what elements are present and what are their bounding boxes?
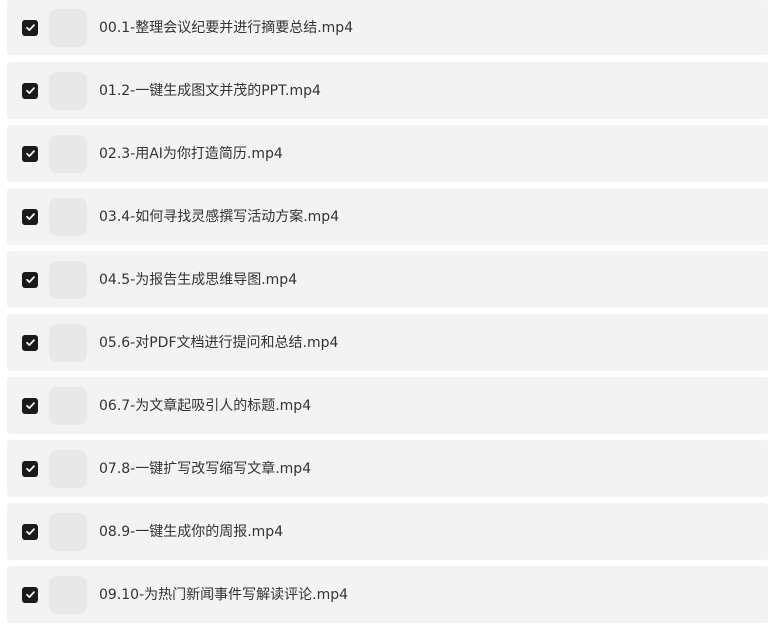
checkmark-icon — [25, 465, 35, 472]
checkmark-icon — [25, 213, 35, 220]
file-checkbox[interactable] — [22, 271, 38, 288]
checkmark-icon — [25, 276, 35, 283]
file-row[interactable]: 03.4-如何寻找灵感撰写活动方案.mp4 — [7, 188, 768, 245]
file-checkbox[interactable] — [22, 586, 38, 603]
checkmark-icon — [25, 528, 35, 535]
file-checkbox[interactable] — [22, 208, 38, 225]
file-name[interactable]: 00.1-整理会议纪要并进行摘要总结.mp4 — [99, 19, 353, 37]
file-checkbox[interactable] — [22, 19, 38, 36]
video-thumbnail — [49, 134, 87, 173]
file-name[interactable]: 08.9-一键生成你的周报.mp4 — [99, 523, 283, 541]
file-row[interactable]: 07.8-一键扩写改写缩写文章.mp4 — [7, 440, 768, 497]
video-thumbnail — [49, 71, 87, 110]
file-checkbox[interactable] — [22, 523, 38, 540]
checkmark-icon — [25, 87, 35, 94]
file-name[interactable]: 06.7-为文章起吸引人的标题.mp4 — [99, 397, 311, 415]
file-row[interactable]: 09.10-为热门新闻事件写解读评论.mp4 — [7, 566, 768, 623]
checkmark-icon — [25, 591, 35, 598]
checkmark-icon — [25, 150, 35, 157]
file-name[interactable]: 03.4-如何寻找灵感撰写活动方案.mp4 — [99, 208, 339, 226]
checkmark-icon — [25, 339, 35, 346]
file-checkbox[interactable] — [22, 460, 38, 477]
file-name[interactable]: 04.5-为报告生成思维导图.mp4 — [99, 271, 297, 289]
file-row[interactable]: 04.5-为报告生成思维导图.mp4 — [7, 251, 768, 308]
video-thumbnail — [49, 323, 87, 362]
file-checkbox[interactable] — [22, 397, 38, 414]
video-thumbnail — [49, 197, 87, 236]
file-row[interactable]: 02.3-用AI为你打造简历.mp4 — [7, 125, 768, 182]
video-thumbnail — [49, 8, 87, 47]
video-thumbnail — [49, 449, 87, 488]
file-row[interactable]: 01.2-一键生成图文并茂的PPT.mp4 — [7, 62, 768, 119]
file-checkbox[interactable] — [22, 334, 38, 351]
file-row[interactable]: 00.1-整理会议纪要并进行摘要总结.mp4 — [7, 0, 768, 55]
file-checkbox[interactable] — [22, 145, 38, 162]
file-list: 00.1-整理会议纪要并进行摘要总结.mp4 01.2-一键生成图文并茂的PPT… — [0, 0, 768, 631]
file-checkbox[interactable] — [22, 82, 38, 99]
video-thumbnail — [49, 575, 87, 614]
video-thumbnail — [49, 260, 87, 299]
file-name[interactable]: 09.10-为热门新闻事件写解读评论.mp4 — [99, 586, 348, 604]
file-name[interactable]: 07.8-一键扩写改写缩写文章.mp4 — [99, 460, 311, 478]
video-thumbnail — [49, 512, 87, 551]
file-name[interactable]: 05.6-对PDF文档进行提问和总结.mp4 — [99, 334, 338, 352]
video-thumbnail — [49, 386, 87, 425]
file-name[interactable]: 01.2-一键生成图文并茂的PPT.mp4 — [99, 82, 321, 100]
file-row[interactable]: 08.9-一键生成你的周报.mp4 — [7, 503, 768, 560]
file-row[interactable]: 05.6-对PDF文档进行提问和总结.mp4 — [7, 314, 768, 371]
checkmark-icon — [25, 402, 35, 409]
checkmark-icon — [25, 24, 35, 31]
file-row[interactable]: 06.7-为文章起吸引人的标题.mp4 — [7, 377, 768, 434]
file-name[interactable]: 02.3-用AI为你打造简历.mp4 — [99, 145, 283, 163]
